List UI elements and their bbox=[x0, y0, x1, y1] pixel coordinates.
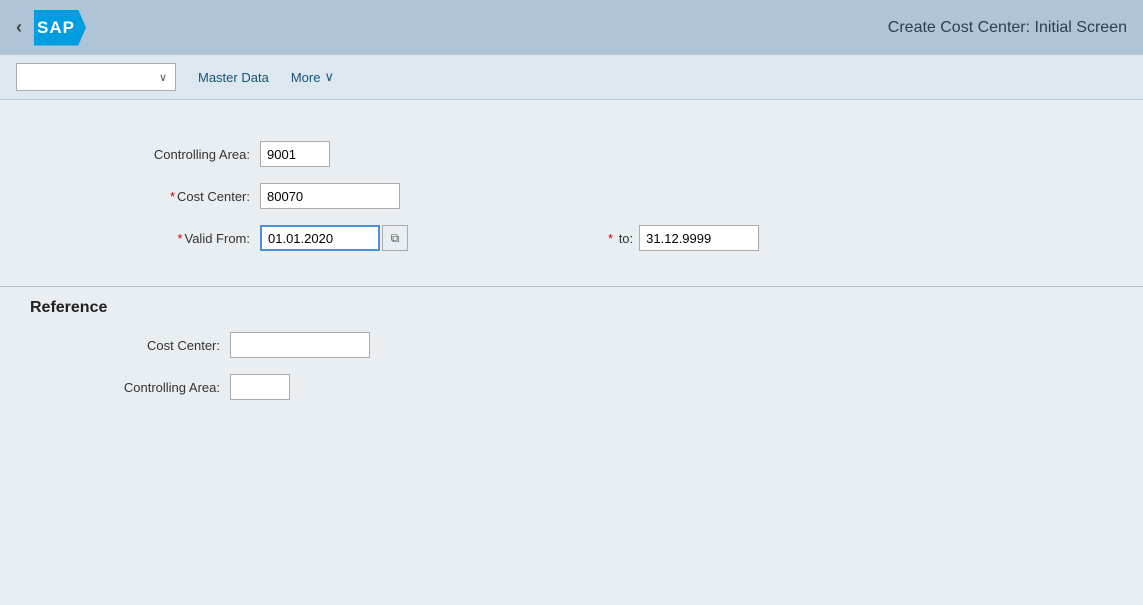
reference-title: Reference bbox=[30, 299, 1113, 317]
controlling-area-label: Controlling Area: bbox=[60, 147, 260, 162]
cost-center-row: *Cost Center: bbox=[60, 182, 400, 210]
required-star-3: * bbox=[608, 231, 613, 246]
logo-text: SAP bbox=[37, 18, 75, 38]
cost-center-label: *Cost Center: bbox=[60, 189, 260, 204]
calendar-icon: ⧉ bbox=[391, 231, 400, 246]
required-star: * bbox=[170, 189, 175, 204]
toolbar: ∨ Master Data More ∨ bbox=[0, 55, 1143, 100]
valid-to-label: * to: bbox=[608, 231, 639, 246]
chevron-down-icon: ∨ bbox=[159, 71, 167, 84]
more-menu-button[interactable]: More ∨ bbox=[291, 69, 334, 85]
more-label: More bbox=[291, 70, 321, 85]
ref-controlling-area-row: Controlling Area: bbox=[30, 373, 1113, 401]
header-left: ‹ SAP bbox=[16, 10, 86, 46]
ref-cost-center-row: Cost Center: bbox=[30, 331, 1113, 359]
required-star-2: * bbox=[177, 231, 182, 246]
page-title: Create Cost Center: Initial Screen bbox=[888, 19, 1127, 37]
controlling-area-input[interactable] bbox=[260, 141, 330, 167]
valid-from-input-group: ⧉ bbox=[260, 225, 408, 251]
ref-controlling-area-input[interactable] bbox=[230, 374, 290, 400]
header: ‹ SAP Create Cost Center: Initial Screen bbox=[0, 0, 1143, 55]
form-section: Controlling Area: *Cost Center: *Valid F… bbox=[0, 140, 1143, 266]
valid-to-input[interactable] bbox=[639, 225, 759, 251]
cost-center-input[interactable] bbox=[260, 183, 400, 209]
reference-section: Reference Cost Center: Controlling Area: bbox=[0, 286, 1143, 401]
main-content: Controlling Area: *Cost Center: *Valid F… bbox=[0, 100, 1143, 435]
back-button[interactable]: ‹ bbox=[16, 17, 22, 38]
valid-from-label: *Valid From: bbox=[60, 231, 260, 246]
ref-cost-center-input[interactable] bbox=[230, 332, 370, 358]
toolbar-select[interactable]: ∨ bbox=[16, 63, 176, 91]
controlling-area-row: Controlling Area: bbox=[60, 140, 330, 168]
master-data-menu-item[interactable]: Master Data bbox=[192, 66, 275, 89]
valid-from-row: *Valid From: ⧉ * to: bbox=[60, 224, 759, 252]
more-chevron-icon: ∨ bbox=[324, 69, 334, 85]
ref-controlling-area-label: Controlling Area: bbox=[30, 380, 230, 395]
calendar-picker-button[interactable]: ⧉ bbox=[382, 225, 408, 251]
sap-logo: SAP bbox=[34, 10, 86, 46]
ref-cost-center-label: Cost Center: bbox=[30, 338, 230, 353]
valid-from-input[interactable] bbox=[260, 225, 380, 251]
